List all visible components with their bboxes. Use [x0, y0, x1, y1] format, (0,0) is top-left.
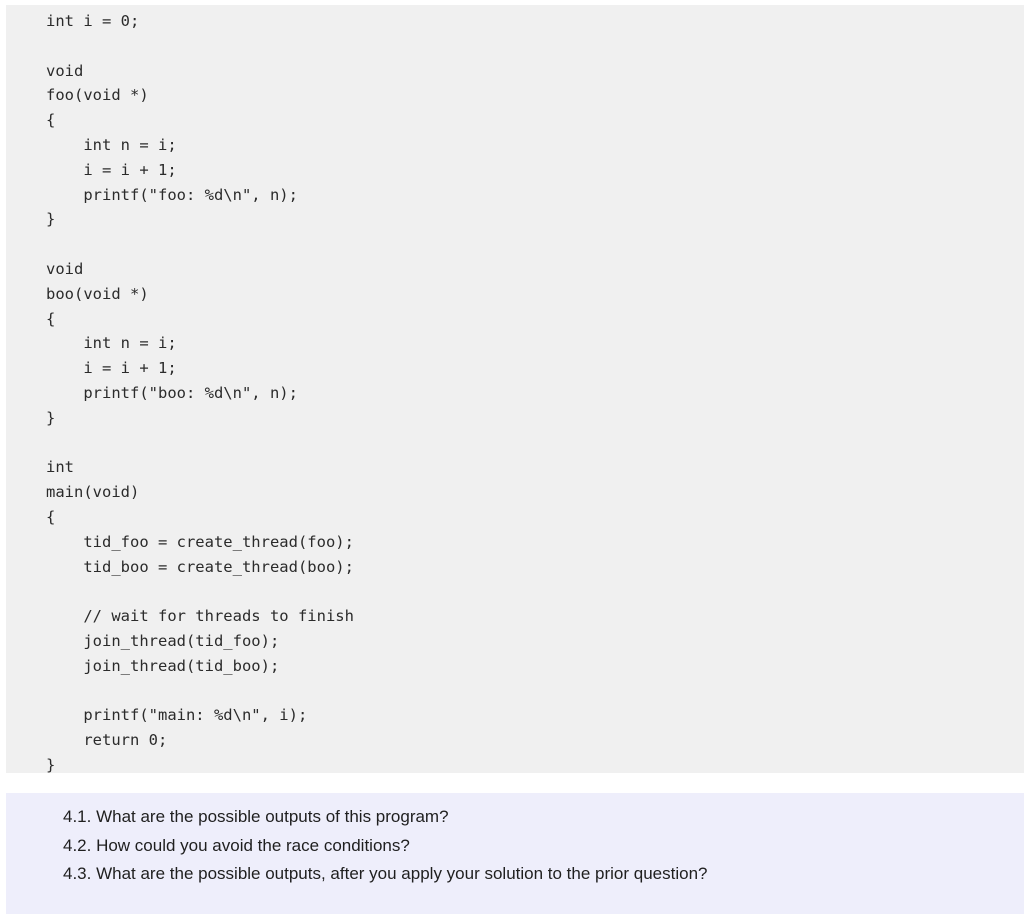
- code-line: foo(void *): [46, 86, 149, 105]
- code-line: return 0;: [46, 731, 168, 750]
- code-line: i = i + 1;: [46, 359, 177, 378]
- code-line: // wait for threads to finish: [46, 607, 354, 626]
- code-line: tid_foo = create_thread(foo);: [46, 532, 354, 551]
- code-line: }: [46, 408, 56, 427]
- code-line: }: [46, 210, 56, 229]
- code-line: {: [46, 111, 56, 130]
- code-line: printf("main: %d\n", i);: [46, 706, 308, 725]
- code-line: printf("boo: %d\n", n);: [46, 383, 298, 402]
- code-line: printf("foo: %d\n", n);: [46, 185, 298, 204]
- question-4-3: 4.3. What are the possible outputs, afte…: [63, 864, 708, 883]
- code-line: }: [46, 755, 56, 774]
- code-line: int i = 0;: [46, 12, 140, 30]
- code-line: int n = i;: [46, 334, 177, 353]
- code-line: boo(void *): [46, 284, 149, 303]
- code-block: int i = 0; void foo(void *) { int n = i; i …: [6, 5, 1024, 774]
- code-line: i = i + 1;: [46, 160, 177, 179]
- code-line: join_thread(tid_foo);: [46, 631, 280, 650]
- code-line: main(void): [46, 483, 140, 502]
- code-line: {: [46, 309, 56, 328]
- questions-box: 4.1. What are the possible outputs of th…: [6, 793, 1024, 914]
- question-4-1: 4.1. What are the possible outputs of th…: [63, 807, 449, 826]
- code-line: join_thread(tid_boo);: [46, 656, 280, 675]
- code-line: void: [46, 61, 84, 80]
- question-4-2: 4.2. How could you avoid the race condit…: [63, 835, 410, 855]
- code-line: int: [46, 458, 74, 477]
- code-line: tid_boo = create_thread(boo);: [46, 557, 354, 576]
- code-line: {: [46, 507, 56, 526]
- code-line: int n = i;: [46, 135, 177, 154]
- code-line: void: [46, 259, 84, 278]
